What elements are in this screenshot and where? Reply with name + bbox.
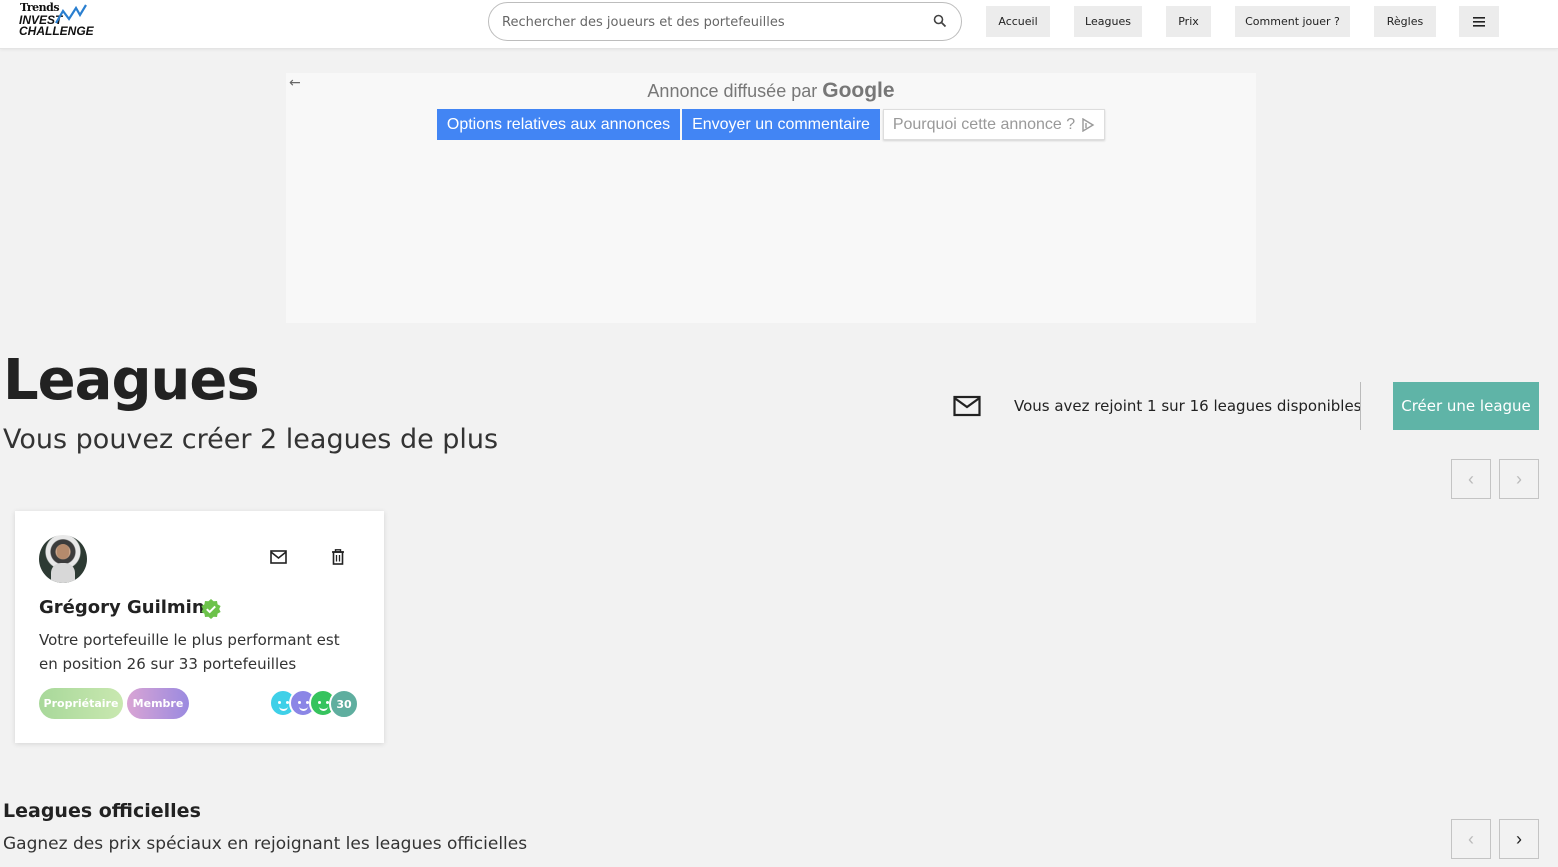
- trash-icon[interactable]: [331, 549, 345, 565]
- official-leagues-subtitle: Gagnez des prix spéciaux en rejoignant l…: [3, 834, 528, 854]
- member-count-badge: 30: [329, 689, 359, 719]
- adchoices-icon: [1082, 117, 1095, 132]
- avatar-head: [57, 544, 69, 559]
- advertisement-panel: ← Annonce diffusée par Google Options re…: [286, 73, 1256, 323]
- google-logo: Google: [822, 79, 895, 102]
- search-box: [488, 2, 962, 41]
- create-league-button[interactable]: Créer une league: [1393, 382, 1539, 430]
- invite-mail-icon[interactable]: [270, 550, 287, 564]
- verified-badge-icon: [201, 599, 221, 619]
- hamburger-menu-button[interactable]: [1459, 6, 1499, 37]
- nav-leagues-button[interactable]: Leagues: [1074, 6, 1142, 37]
- face-eye: [318, 701, 321, 704]
- hamburger-menu-icon: [1473, 16, 1485, 27]
- ad-feedback-button[interactable]: Envoyer un commentaire: [682, 109, 880, 140]
- official-prev-button[interactable]: ‹: [1451, 819, 1491, 859]
- avatar-body: [51, 563, 75, 583]
- divider: [1360, 382, 1361, 430]
- official-next-button[interactable]: ›: [1499, 819, 1539, 859]
- nav-prix-button[interactable]: Prix: [1166, 6, 1211, 37]
- ad-served-by: Annonce diffusée par Google: [286, 79, 1256, 103]
- ad-served-by-text: Annonce diffusée par: [647, 81, 818, 101]
- face-eye: [298, 701, 301, 704]
- search-icon[interactable]: [933, 14, 947, 28]
- leagues-next-button[interactable]: ›: [1499, 459, 1539, 499]
- joined-leagues-count: Vous avez rejoint 1 sur 16 leagues dispo…: [1014, 397, 1362, 415]
- owner-tag: Propriétaire: [39, 688, 123, 719]
- mail-icon[interactable]: [953, 395, 981, 417]
- portfolio-ranking-text: Votre portefeuille le plus performant es…: [39, 631, 340, 673]
- leagues-prev-button[interactable]: ‹: [1451, 459, 1491, 499]
- nav-comment-jouer-button[interactable]: Comment jouer ?: [1235, 6, 1350, 37]
- search-input[interactable]: [502, 12, 922, 32]
- trends-invest-challenge-logo[interactable]: Trends INVEST CHALLENGE: [18, 1, 94, 43]
- league-owner-name[interactable]: Grégory Guilmin: [39, 597, 205, 618]
- ad-why-button[interactable]: Pourquoi cette annonce ?: [883, 109, 1105, 140]
- face-mouth: [319, 706, 328, 711]
- ad-options-button[interactable]: Options relatives aux annonces: [437, 109, 680, 140]
- face-mouth: [299, 706, 308, 711]
- nav-accueil-button[interactable]: Accueil: [986, 6, 1050, 37]
- logo-zigzag-icon: [55, 4, 87, 24]
- face-eye: [278, 701, 281, 704]
- ad-why-label: Pourquoi cette annonce ?: [892, 115, 1076, 133]
- member-tag: Membre: [127, 688, 189, 719]
- avatar: [39, 535, 87, 583]
- top-navigation-bar: Trends INVEST CHALLENGE Accueil Leagues …: [0, 0, 1558, 49]
- official-leagues-title: Leagues officielles: [3, 800, 201, 822]
- face-mouth: [279, 706, 288, 711]
- leagues-subtitle: Vous pouvez créer 2 leagues de plus: [3, 424, 499, 455]
- page-title: Leagues: [3, 348, 260, 413]
- nav-regles-button[interactable]: Règles: [1374, 6, 1436, 37]
- league-card[interactable]: Grégory Guilmin Votre portefeuille le pl…: [15, 511, 384, 743]
